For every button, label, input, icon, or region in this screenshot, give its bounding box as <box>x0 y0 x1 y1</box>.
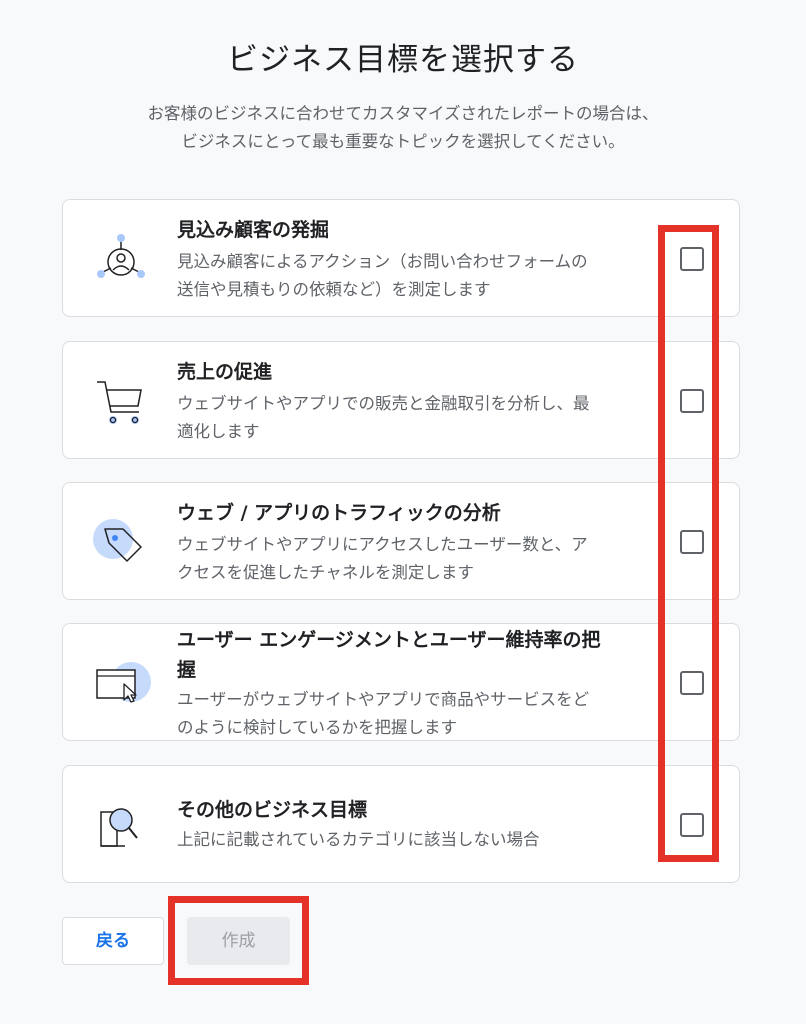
magnifier-icon <box>91 796 151 856</box>
option-title-line-1: ユーザー エンゲージメントとユーザー維持率の把 <box>177 629 601 651</box>
option-description-line-1: ユーザーがウェブサイトやアプリで商品やサービスをど <box>177 690 590 709</box>
option-description-line-1: ウェブサイトやアプリでの販売と金融取引を分析し、最 <box>177 394 590 413</box>
option-card-other[interactable]: その他のビジネス目標 上記に記載されているカテゴリに該当しない場合 <box>62 765 740 883</box>
option-card-traffic[interactable]: ウェブ / アプリのトラフィックの分析 ウェブサイトやアプリにアクセスしたユーザ… <box>62 482 740 600</box>
option-description-line-2: のように検討しているかを把握します <box>177 718 458 737</box>
option-title-line-2: 握 <box>177 659 197 681</box>
option-title: 見込み顧客の発掘 <box>177 219 330 241</box>
create-button[interactable]: 作成 <box>187 917 290 965</box>
option-description-line-1: 見込み顧客によるアクション（お問い合わせフォームの <box>177 252 588 271</box>
option-description-line-1: 上記に記載されているカテゴリに該当しない場合 <box>177 830 540 849</box>
business-goals-page: ビジネス目標を選択する お客様のビジネスに合わせてカスタマイズされたレポートの場… <box>0 0 806 1024</box>
lead-generation-icon <box>91 230 151 290</box>
subtitle-line-1: お客様のビジネスに合わせてカスタマイズされたレポートの場合は、 <box>147 104 659 123</box>
option-card-lead-generation[interactable]: 見込み顧客の発掘 見込み顧客によるアクション（お問い合わせフォームの 送信や見積… <box>62 199 740 317</box>
subtitle-line-2: ビジネスにとって最も重要なトピックを選択してください。 <box>181 132 625 151</box>
page-title: ビジネス目標を選択する <box>227 42 579 78</box>
option-description-line-2: 送信や見積もりの依頼など）を測定します <box>177 280 491 299</box>
option-title: ウェブ / アプリのトラフィックの分析 <box>177 502 501 524</box>
option-description-line-1: ウェブサイトやアプリにアクセスしたユーザー数と、ア <box>177 535 588 554</box>
option-card-engagement[interactable]: ユーザー エンゲージメントとユーザー維持率の把 握 ユーザーがウェブサイトやアプ… <box>62 623 740 741</box>
checkbox-engagement[interactable] <box>680 671 704 695</box>
option-description-line-2: クセスを促進したチャネルを測定します <box>177 563 474 582</box>
option-title: その他のビジネス目標 <box>177 799 368 821</box>
option-description-line-2: 適化します <box>177 422 260 441</box>
tag-icon <box>91 513 151 573</box>
shopping-cart-icon <box>91 372 151 432</box>
checkbox-sales[interactable] <box>680 389 704 413</box>
option-title: 売上の促進 <box>177 361 273 383</box>
checkbox-other[interactable] <box>680 813 704 837</box>
option-card-sales[interactable]: 売上の促進 ウェブサイトやアプリでの販売と金融取引を分析し、最 適化します <box>62 341 740 459</box>
browser-cursor-icon <box>91 654 151 714</box>
checkbox-traffic[interactable] <box>680 530 704 554</box>
page-subtitle: お客様のビジネスに合わせてカスタマイズされたレポートの場合は、 ビジネスにとって… <box>0 100 806 156</box>
checkbox-lead-generation[interactable] <box>680 247 704 271</box>
back-button[interactable]: 戻る <box>62 917 164 965</box>
